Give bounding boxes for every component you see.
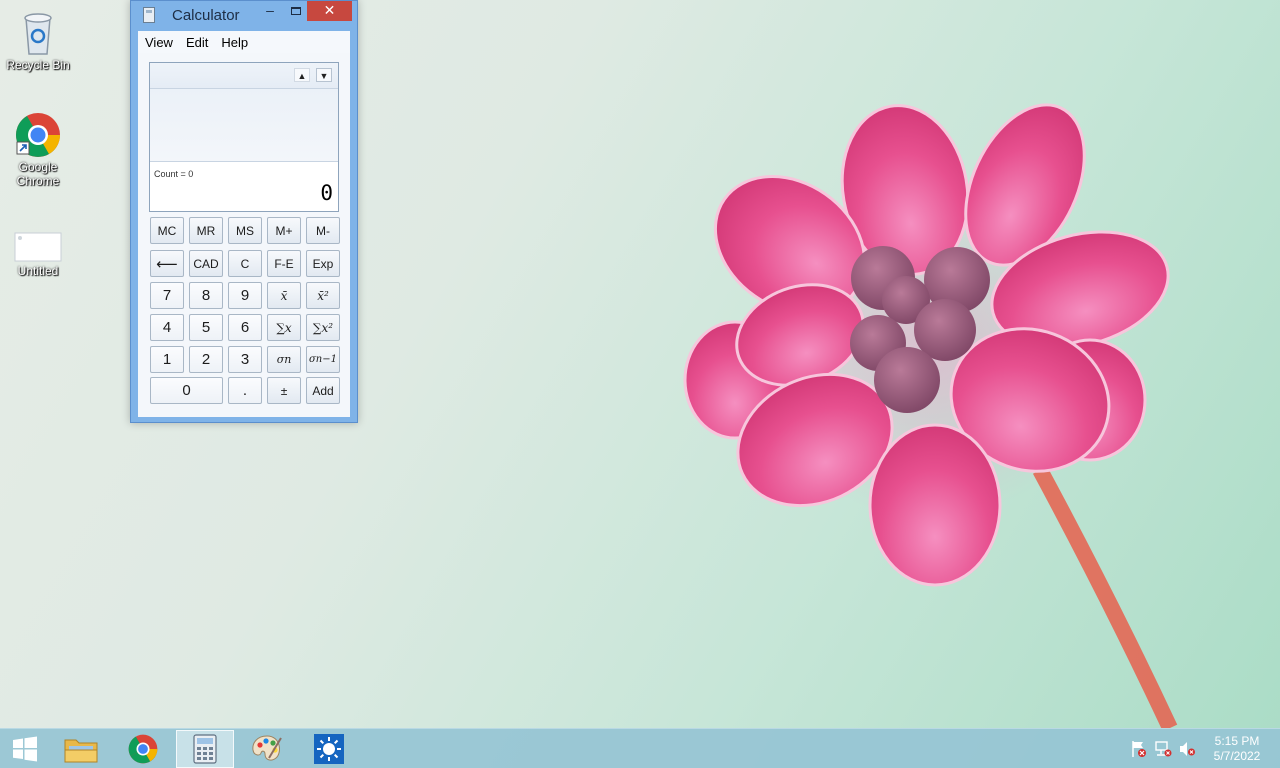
negate-button[interactable]: ± [267, 377, 301, 404]
chrome-icon [128, 734, 158, 764]
minimize-button[interactable]: – [257, 1, 283, 21]
digit-2-button[interactable]: 2 [189, 346, 223, 373]
menu-bar: View Edit Help [138, 31, 350, 53]
digit-3-button[interactable]: 3 [228, 346, 262, 373]
maximize-button[interactable] [283, 1, 309, 21]
title-bar[interactable]: Calculator – ✕ [131, 1, 357, 31]
taskbar: 5:15 PM 5/7/2022 [0, 728, 1280, 768]
clock-date: 5/7/2022 [1213, 749, 1261, 763]
taskbar-paint[interactable] [238, 730, 296, 768]
mc-button[interactable]: MC [150, 217, 184, 244]
brightness-icon [314, 734, 344, 764]
sum-of-squares-button[interactable]: ∑x² [306, 314, 340, 341]
folder-icon [64, 739, 98, 763]
digit-7-button[interactable]: 7 [150, 282, 184, 309]
digit-9-button[interactable]: 9 [228, 282, 262, 309]
m-plus-button[interactable]: M+ [267, 217, 301, 244]
mean-of-squares-button[interactable]: x̄² [306, 282, 340, 309]
decimal-button[interactable]: . [228, 377, 262, 404]
desktop-icon-label: Untitled [17, 264, 59, 278]
window-title: Calculator [172, 7, 240, 24]
system-clock[interactable]: 5:15 PM 5/7/2022 [1206, 734, 1268, 764]
sum-button[interactable]: ∑x [267, 314, 301, 341]
desktop-icon-untitled[interactable]: Untitled [0, 232, 76, 278]
taskbar-settings[interactable] [300, 730, 358, 768]
volume-muted-icon[interactable] [1178, 740, 1196, 758]
history-header: ▲ ▼ [150, 63, 338, 89]
display-value: 0 [320, 181, 333, 205]
mr-button[interactable]: MR [189, 217, 223, 244]
exp-button[interactable]: Exp [306, 250, 340, 277]
blank-document-icon [14, 232, 62, 262]
start-button[interactable] [0, 730, 50, 768]
action-center-flag-icon[interactable] [1130, 740, 1148, 758]
backspace-button[interactable]: ⟵ [150, 250, 184, 277]
history-down-button[interactable]: ▼ [316, 68, 332, 82]
digit-8-button[interactable]: 8 [189, 282, 223, 309]
digit-4-button[interactable]: 4 [150, 314, 184, 341]
menu-edit[interactable]: Edit [186, 35, 208, 50]
history-up-button[interactable]: ▲ [294, 68, 310, 82]
calculator-window[interactable]: Calculator – ✕ View Edit Help ▲ ▼ Count … [130, 0, 358, 423]
count-label: Count = 0 [154, 169, 194, 179]
std-dev-sample-button[interactable]: σn−1 [306, 346, 340, 373]
desktop-icon-google-chrome[interactable]: Google Chrome [0, 112, 76, 188]
calculator-display: ▲ ▼ Count = 0 0 [149, 62, 339, 212]
desktop-icon-recycle-bin[interactable]: Recycle Bin [0, 6, 76, 72]
recycle-bin-icon [24, 13, 52, 55]
add-button[interactable]: Add [306, 377, 340, 404]
clear-button[interactable]: C [228, 250, 262, 277]
menu-help[interactable]: Help [221, 35, 248, 50]
clock-time: 5:15 PM [1214, 734, 1260, 748]
desktop-icon-label: Recycle Bin [6, 58, 70, 72]
calculator-icon [193, 734, 217, 764]
desktop-icon-label: Google Chrome [16, 160, 60, 188]
m-minus-button[interactable]: M- [306, 217, 340, 244]
taskbar-calculator[interactable] [176, 730, 234, 768]
close-button[interactable]: ✕ [307, 1, 352, 21]
chrome-icon [16, 113, 60, 157]
network-icon[interactable] [1154, 740, 1172, 758]
std-dev-population-button[interactable]: σn [267, 346, 301, 373]
calculator-icon [143, 7, 155, 23]
maximize-icon [291, 7, 301, 15]
digit-5-button[interactable]: 5 [189, 314, 223, 341]
cad-button[interactable]: CAD [189, 250, 223, 277]
windows-logo-icon [13, 736, 37, 762]
taskbar-chrome[interactable] [114, 730, 172, 768]
digit-1-button[interactable]: 1 [150, 346, 184, 373]
digit-6-button[interactable]: 6 [228, 314, 262, 341]
menu-view[interactable]: View [145, 35, 173, 50]
statistics-list[interactable] [150, 89, 338, 162]
taskbar-file-explorer[interactable] [52, 730, 110, 768]
calculator-client-area: View Edit Help ▲ ▼ Count = 0 0 MC MR MS … [138, 31, 350, 417]
digit-0-button[interactable]: 0 [150, 377, 223, 404]
ms-button[interactable]: MS [228, 217, 262, 244]
mean-button[interactable]: x̄ [267, 282, 301, 309]
fe-button[interactable]: F-E [267, 250, 301, 277]
paint-palette-icon [252, 735, 282, 761]
